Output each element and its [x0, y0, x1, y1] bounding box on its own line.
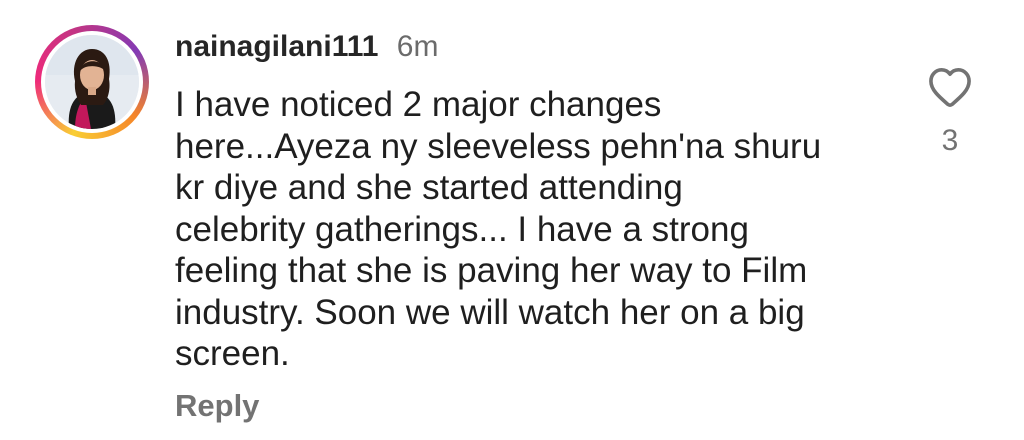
avatar-image — [45, 35, 139, 129]
avatar-border — [41, 31, 143, 133]
reply-button[interactable]: Reply — [175, 388, 259, 424]
comment-text: I have noticed 2 major changes here...Ay… — [175, 85, 822, 373]
story-ring[interactable] — [35, 25, 149, 139]
comment-header: nainagilani111 6m — [175, 30, 438, 64]
like-count[interactable]: 3 — [942, 124, 959, 158]
comment-timestamp: 6m — [396, 30, 439, 63]
comment-item: nainagilani111 6m I have noticed 2 major… — [0, 0, 1024, 440]
heart-outline-icon[interactable] — [927, 66, 973, 108]
avatar[interactable] — [45, 35, 139, 129]
username-link[interactable]: nainagilani111 — [175, 30, 378, 63]
like-control: 3 — [922, 66, 978, 158]
